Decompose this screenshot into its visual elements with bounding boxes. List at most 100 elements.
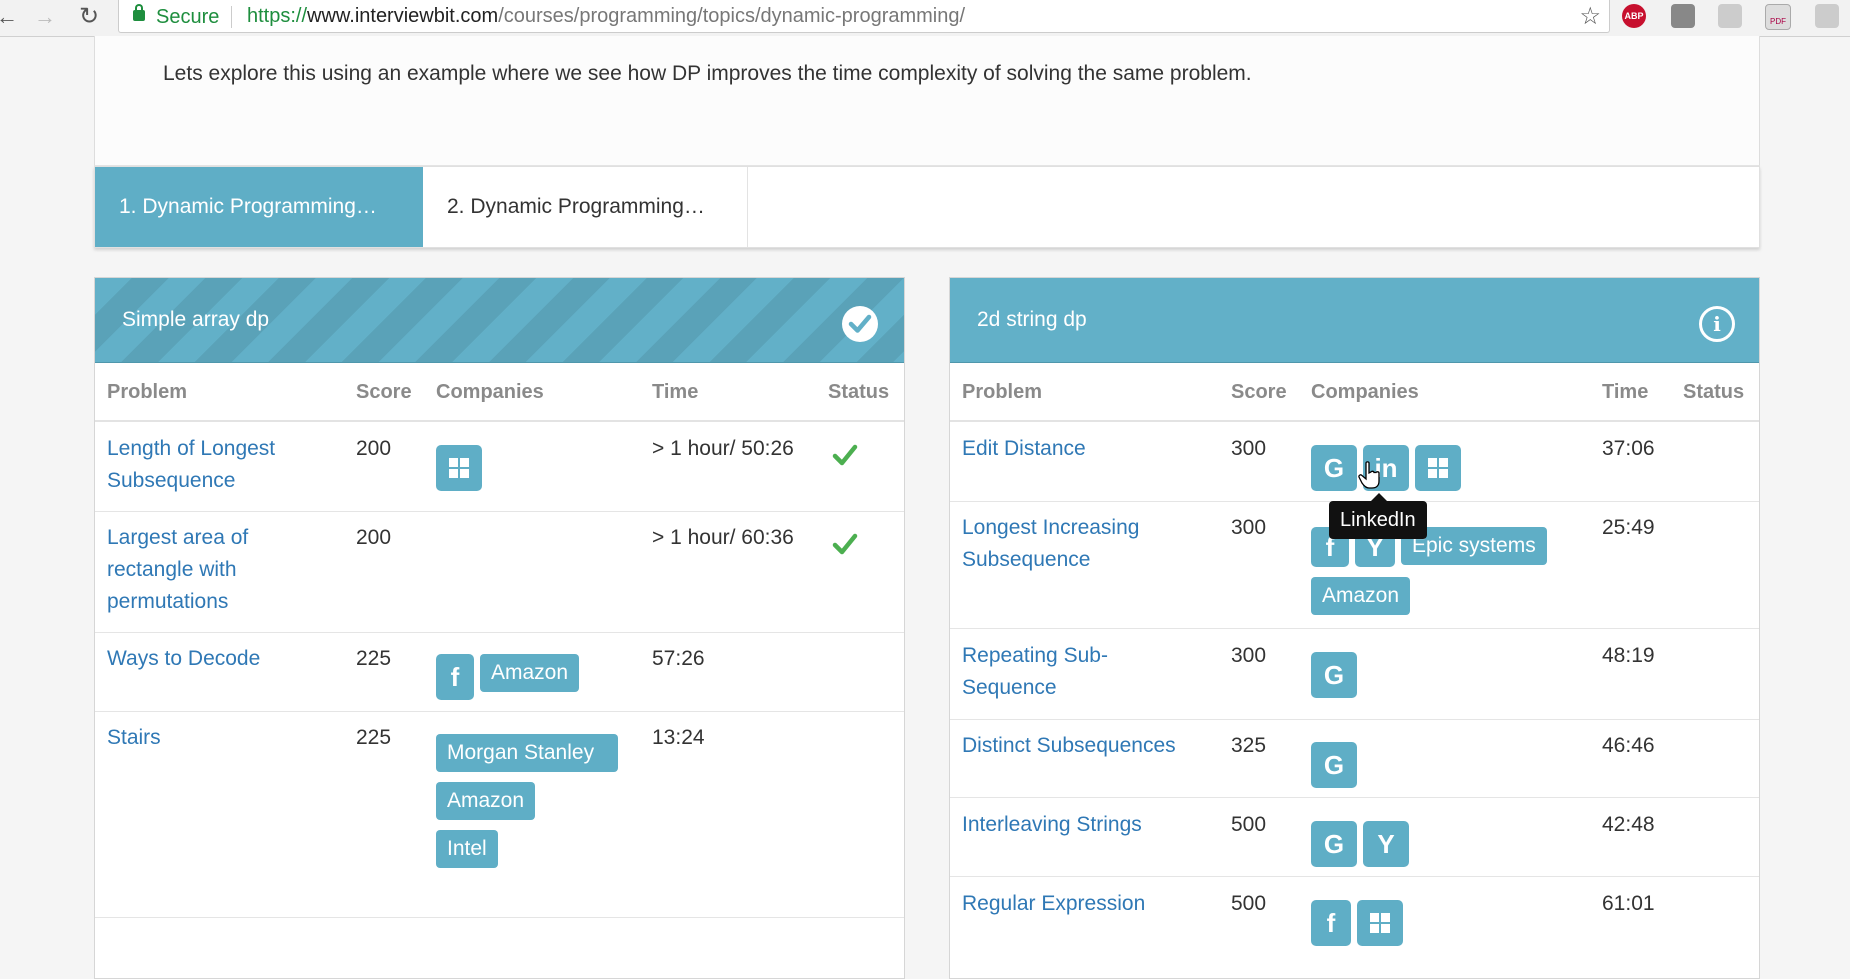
problem-score: 300: [1231, 437, 1267, 460]
panel-title: Simple array dp: [122, 308, 270, 331]
solved-check-icon: [832, 533, 858, 555]
company-tag-amazon[interactable]: Amazon: [1311, 577, 1411, 615]
column-header-status: Status: [1683, 381, 1745, 403]
address-bar[interactable]: Secure https://www.interviewbit.com/cour…: [118, 0, 1610, 33]
problem-link[interactable]: Edit Distance: [962, 433, 1086, 465]
facebook-icon[interactable]: f: [436, 654, 474, 700]
url-divider: [231, 6, 232, 28]
companies-list: f: [1311, 900, 1511, 956]
shopping-bag-icon[interactable]: [1671, 4, 1695, 28]
problem-time: 61:01: [1602, 892, 1655, 915]
companies-list: G: [1311, 742, 1363, 798]
adblock-icon[interactable]: ABP: [1622, 4, 1646, 28]
problem-link[interactable]: Length of Longest Subsequence: [107, 433, 337, 497]
header-divider: [950, 420, 1759, 422]
column-header-companies: Companies: [436, 381, 544, 403]
companies-list: GY: [1311, 821, 1511, 877]
problem-score: 225: [356, 726, 392, 749]
panel-header: Simple array dp: [95, 278, 904, 363]
pdf-extension-icon[interactable]: PDF: [1765, 4, 1791, 30]
google-icon[interactable]: G: [1311, 445, 1357, 491]
tab-dynamic-programming-1[interactable]: 1. Dynamic Programming…: [95, 167, 423, 247]
problem-time: 46:46: [1602, 734, 1655, 757]
forward-arrow-icon[interactable]: →: [32, 4, 58, 30]
problem-score: 200: [356, 526, 392, 549]
problem-time: 37:06: [1602, 437, 1655, 460]
row-divider: [95, 917, 904, 918]
company-tag-amazon[interactable]: Amazon: [436, 782, 536, 820]
bookmark-star-icon[interactable]: ☆: [1579, 2, 1601, 31]
topic-tabs: 1. Dynamic Programming… 2. Dynamic Progr…: [94, 166, 1760, 248]
problem-time: > 1 hour/ 50:26: [652, 437, 794, 460]
companies-list: f Amazon: [436, 654, 636, 710]
row-divider: [950, 797, 1759, 798]
company-tag-intel[interactable]: Intel: [436, 830, 498, 868]
simple-array-dp-panel: Simple array dp Problem Score Companies …: [94, 277, 905, 979]
problem-score: 200: [356, 437, 392, 460]
problem-link[interactable]: Stairs: [107, 722, 161, 754]
yahoo-icon[interactable]: Y: [1363, 821, 1409, 867]
problem-score: 300: [1231, 516, 1267, 539]
panel-title: 2d string dp: [977, 308, 1087, 331]
problem-score: 500: [1231, 892, 1267, 915]
panel-header: 2d string dp i: [950, 278, 1759, 363]
reload-icon[interactable]: ↻: [76, 4, 102, 30]
column-header-problem: Problem: [107, 381, 188, 403]
companies-list: G: [1311, 652, 1363, 708]
lock-icon: [133, 4, 145, 21]
column-header-problem: Problem: [962, 381, 1043, 403]
column-header-companies: Companies: [1311, 381, 1419, 403]
microsoft-icon[interactable]: [436, 445, 482, 491]
problem-link[interactable]: Ways to Decode: [107, 643, 260, 675]
tab-dynamic-programming-2[interactable]: 2. Dynamic Programming…: [423, 167, 748, 247]
problem-link[interactable]: Largest area of rectangle with permutati…: [107, 522, 307, 618]
row-divider: [950, 719, 1759, 720]
hand-cursor-icon: [1358, 461, 1380, 489]
info-icon[interactable]: i: [1699, 306, 1735, 342]
facebook-icon[interactable]: f: [1311, 900, 1351, 946]
url-scheme: https://: [247, 5, 308, 27]
problem-time: 57:26: [652, 647, 705, 670]
problem-score: 325: [1231, 734, 1267, 757]
companies-list: Morgan Stanley Amazon Intel: [436, 734, 636, 878]
extension-icon[interactable]: [1815, 4, 1839, 28]
url-text[interactable]: https://www.interviewbit.com/courses/pro…: [247, 5, 965, 28]
intro-text: Lets explore this using an example where…: [163, 62, 1252, 85]
problem-time: 13:24: [652, 726, 705, 749]
check-circle-icon: [842, 306, 878, 342]
problem-time: 48:19: [1602, 644, 1655, 667]
column-header-status: Status: [828, 381, 890, 403]
google-icon[interactable]: G: [1311, 821, 1357, 867]
solved-check-icon: [832, 444, 858, 466]
problem-link[interactable]: Repeating Sub-Sequence: [962, 640, 1162, 704]
microsoft-icon[interactable]: [1415, 445, 1461, 491]
linkedin-tooltip: LinkedIn: [1329, 493, 1427, 539]
url-path: /courses/programming/topics/dynamic-prog…: [498, 5, 966, 27]
row-divider: [950, 876, 1759, 877]
upload-extension-icon[interactable]: [1718, 4, 1742, 28]
companies-list: Gin: [1311, 445, 1581, 501]
column-header-time: Time: [652, 381, 699, 403]
browser-toolbar: ← → ↻ Secure https://www.interviewbit.co…: [0, 0, 1850, 37]
companies-list: f Y Epic systems Amazon: [1311, 527, 1591, 625]
row-divider: [95, 632, 904, 633]
header-divider: [95, 420, 904, 422]
back-arrow-icon[interactable]: ←: [0, 4, 20, 30]
microsoft-icon[interactable]: [1357, 900, 1403, 946]
problem-link[interactable]: Interleaving Strings: [962, 809, 1142, 841]
problem-link[interactable]: Longest Increasing Subsequence: [962, 512, 1192, 576]
problem-score: 300: [1231, 644, 1267, 667]
google-icon[interactable]: G: [1311, 652, 1357, 698]
problem-time: 42:48: [1602, 813, 1655, 836]
problem-time: > 1 hour/ 60:36: [652, 526, 794, 549]
google-icon[interactable]: G: [1311, 742, 1357, 788]
problem-score: 225: [356, 647, 392, 670]
companies-list: [436, 445, 488, 501]
company-tag-amazon[interactable]: Amazon: [480, 654, 580, 692]
url-host: www.interviewbit.com: [307, 5, 499, 27]
2d-string-dp-panel: 2d string dp i Problem Score Companies T…: [949, 277, 1760, 979]
problem-link[interactable]: Distinct Subsequences: [962, 730, 1176, 762]
company-tag-morgan-stanley[interactable]: Morgan Stanley: [436, 734, 618, 772]
row-divider: [950, 628, 1759, 629]
problem-link[interactable]: Regular Expression: [962, 888, 1145, 920]
